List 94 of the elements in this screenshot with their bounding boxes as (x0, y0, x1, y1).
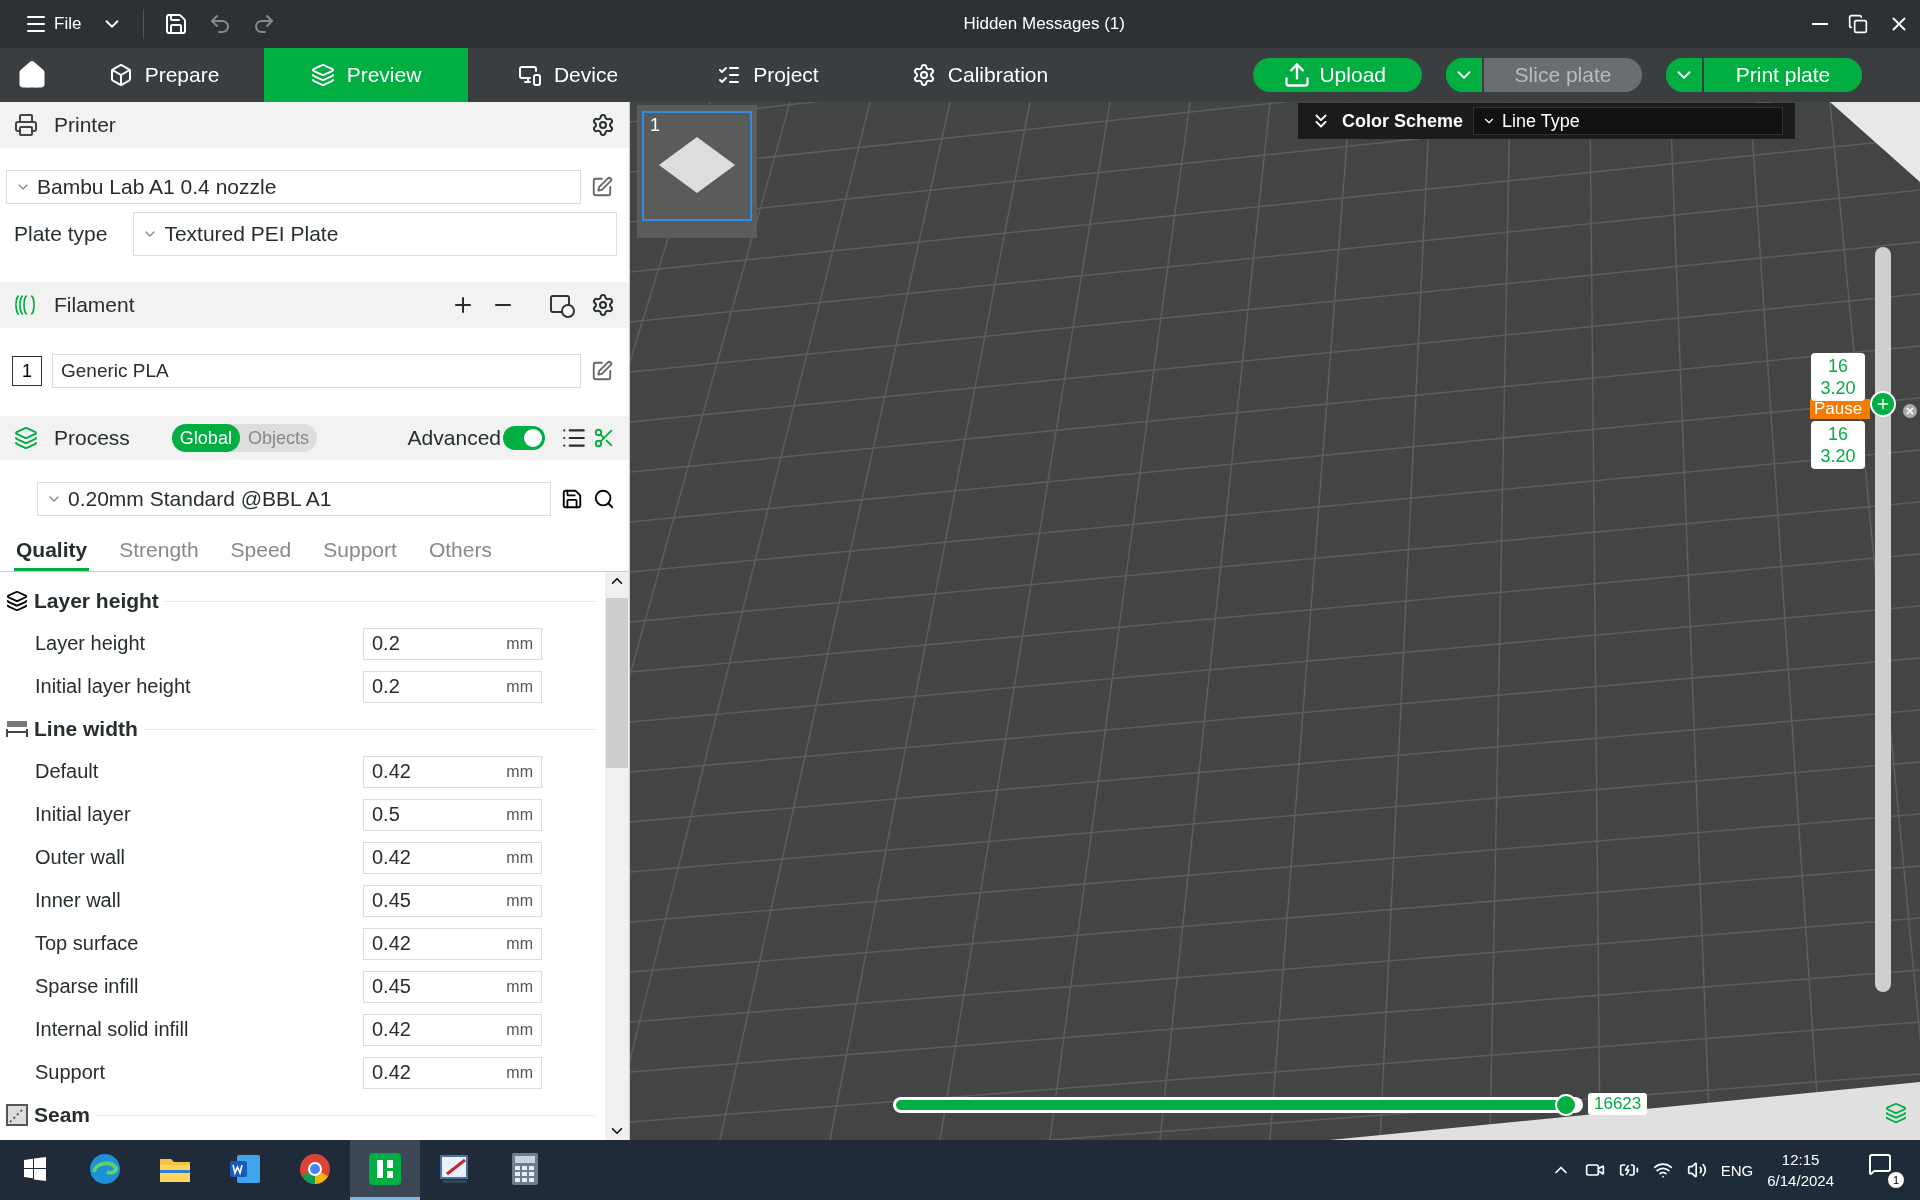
browser-wave-icon (88, 1151, 122, 1186)
settings-tab[interactable]: Support (321, 538, 399, 571)
filament-spool-icon (14, 293, 38, 317)
value-field[interactable]: 0.5 mm (363, 798, 542, 831)
device-icon (517, 63, 542, 87)
setting-label: Layer height (35, 632, 146, 655)
clock[interactable]: 12:15 6/14/2024 (1767, 1151, 1834, 1189)
setting-label: Support (35, 1061, 106, 1084)
value-field[interactable]: 0.45 mm (363, 884, 542, 917)
section-title: Printer (54, 113, 117, 137)
settings-tab[interactable]: Others (426, 538, 494, 571)
process-preset-dropdown[interactable]: 0.20mm Standard @BBL A1 (37, 482, 551, 516)
setting-label: Sparse infill (35, 975, 139, 998)
nav-tab[interactable]: Project (668, 48, 868, 102)
color-scheme-dropdown[interactable]: Line Type (1473, 107, 1783, 135)
home-icon (17, 60, 47, 90)
gear-icon (911, 63, 936, 87)
settings-tab[interactable]: Quality (14, 538, 90, 571)
value-field[interactable]: 0.45 mm (363, 970, 542, 1003)
setting-label: Default (35, 760, 99, 783)
process-layers-icon (14, 426, 38, 450)
printer-icon (14, 113, 38, 137)
chrome-ball-icon (299, 1152, 331, 1185)
value-field[interactable]: 0.42 mm (363, 927, 542, 960)
edit-icon[interactable] (591, 176, 613, 198)
nav-tab[interactable]: Calibration (868, 48, 1092, 102)
calculator-icon (512, 1152, 538, 1185)
toggle-label: Advanced (407, 426, 501, 450)
group-title: Seam (34, 1103, 91, 1127)
language-indicator[interactable]: ENG (1720, 1161, 1754, 1179)
scissors-icon[interactable] (593, 427, 615, 449)
layer-slider-track[interactable] (1875, 247, 1891, 992)
scrollbar-thumb[interactable] (606, 598, 628, 768)
notification-button[interactable]: 1 (1868, 1152, 1904, 1188)
document-w-icon (229, 1153, 261, 1184)
save-icon[interactable] (561, 488, 583, 510)
wifi-icon[interactable] (1652, 1160, 1673, 1180)
seam-icon (6, 1104, 28, 1126)
slicer-app-icon (369, 1152, 401, 1185)
group-title: Layer height (34, 589, 159, 613)
layer-tooltip: 16 3.20 (1811, 420, 1865, 469)
setting-label: Inner wall (35, 889, 121, 912)
value-field[interactable]: 0.42 mm (363, 1056, 542, 1089)
setting-label: Initial layer height (35, 675, 191, 698)
filament-index: 1 (12, 356, 42, 386)
value-field[interactable]: 0.2 mm (363, 627, 542, 660)
value-field[interactable]: 0.42 mm (363, 841, 542, 874)
setting-label: Top surface (35, 932, 139, 955)
save-icon (164, 12, 189, 36)
layers-icon (310, 63, 335, 87)
restore-icon (1848, 14, 1868, 34)
field-label: Plate type (14, 222, 108, 246)
settings-tab[interactable]: Strength (117, 538, 201, 571)
filament-sync-icon[interactable] (549, 292, 575, 318)
window-title: Hidden Messages (1) (962, 14, 1126, 34)
close-icon[interactable] (1902, 402, 1918, 419)
section-title: Process (54, 426, 130, 450)
options-caret-button[interactable] (1446, 58, 1484, 92)
setting-label: Internal solid infill (35, 1018, 189, 1041)
filament-dropdown[interactable]: Generic PLA (52, 354, 581, 388)
settings-button[interactable] (591, 113, 615, 137)
file-menu-button[interactable]: File (14, 4, 92, 44)
move-slider-track[interactable] (893, 1097, 1583, 1113)
plate-type-dropdown[interactable]: Textured PEI Plate (133, 212, 617, 256)
value-field[interactable]: 0.42 mm (363, 755, 542, 788)
nav-tab[interactable]: Device (468, 48, 668, 102)
volume-icon[interactable] (1686, 1160, 1707, 1180)
value-field[interactable]: 0.2 mm (363, 670, 542, 703)
panel-title: Color Scheme (1342, 110, 1464, 132)
edit-icon[interactable] (591, 360, 613, 382)
layer-tooltip: 16 3.20 (1811, 352, 1865, 401)
minimize-icon (1812, 23, 1828, 25)
cube-icon (108, 63, 133, 87)
search-icon[interactable] (593, 488, 615, 510)
layers-icon (6, 590, 28, 612)
drawing-app-icon (439, 1153, 471, 1184)
advanced-toggle[interactable] (503, 426, 545, 450)
plate-thumbnail[interactable]: 1 (637, 105, 757, 238)
setting-label: Initial layer (35, 803, 131, 826)
taskbar-app[interactable] (350, 1140, 420, 1200)
upload-icon (1283, 61, 1312, 89)
setting-label: Outer wall (35, 846, 126, 869)
line-width-icon (6, 719, 28, 739)
settings-button[interactable] (591, 293, 615, 317)
options-caret-button[interactable] (1666, 58, 1704, 92)
message-icon (1868, 1152, 1892, 1176)
settings-tab[interactable]: Speed (228, 538, 294, 571)
group-title: Line width (34, 717, 138, 741)
move-reading: 16623 (1588, 1093, 1648, 1115)
section-title: Filament (54, 293, 136, 317)
windows-logo-icon (23, 1156, 47, 1181)
printer-dropdown[interactable]: Bambu Lab A1 0.4 nozzle (6, 170, 581, 204)
nav-tab[interactable]: Prepare (64, 48, 264, 102)
value-field[interactable]: 0.42 mm (363, 1013, 542, 1046)
